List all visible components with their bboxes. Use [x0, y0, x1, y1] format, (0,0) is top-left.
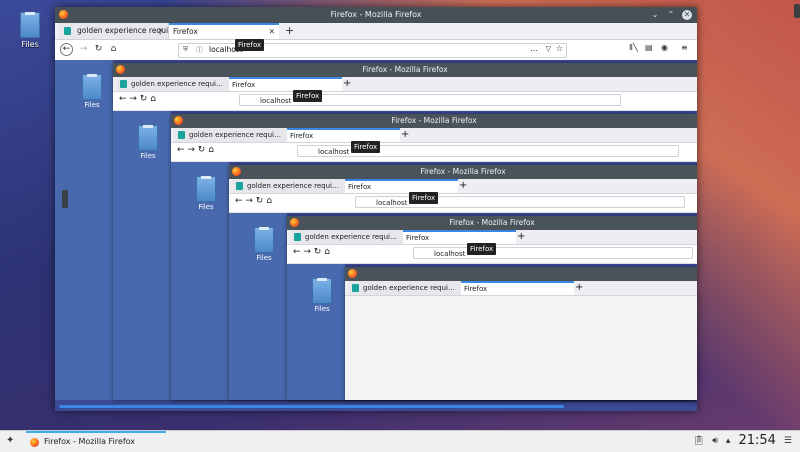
- taskbar: ✦ Firefox - Mozilla Firefox 📋︎ 🔊︎ ▴ 21:5…: [0, 430, 800, 452]
- app-launcher-icon[interactable]: ✦: [6, 435, 14, 446]
- site-info-icon[interactable]: ⓘ: [196, 45, 203, 55]
- reload-icon[interactable]: ↻: [92, 43, 105, 56]
- folder-icon: [20, 12, 40, 38]
- close-window-icon[interactable]: ✕: [682, 10, 692, 20]
- task-label: Firefox - Mozilla Firefox: [44, 437, 136, 446]
- home-icon[interactable]: ⌂: [107, 43, 120, 56]
- library-icon[interactable]: Ⅱ╲: [629, 43, 638, 52]
- close-tab-icon[interactable]: ✕: [158, 23, 164, 39]
- recursive-screenshot: Files Firefox - Mozilla Firefox golden e…: [55, 60, 697, 411]
- tab-label: golden experience requi…: [77, 26, 169, 35]
- nav-toolbar: ← → ↻ ⌂ ⛨ ⓘ localhost … ▽ ☆ Firefox Ⅱ╲ ▤…: [55, 39, 697, 61]
- desktop-files-icon[interactable]: Files: [16, 6, 44, 49]
- firefox-icon: [30, 438, 39, 447]
- menu-icon[interactable]: ≡: [681, 43, 688, 52]
- nested-panel-handle: [62, 190, 68, 208]
- pocket-icon[interactable]: ▽: [546, 45, 551, 53]
- close-tab-icon[interactable]: ✕: [269, 25, 275, 39]
- tray-expand-icon[interactable]: ▴: [726, 436, 731, 446]
- nested-firefox-1: Firefox - Mozilla Firefox golden experie…: [113, 63, 697, 400]
- forward-icon[interactable]: →: [77, 43, 90, 56]
- page-actions-icon[interactable]: …: [530, 44, 538, 53]
- nested-navbar: ← → ↻ ⌂ localhost Firefox: [113, 90, 697, 111]
- nested-firefox-2: Firefox - Mozilla Firefox golden experie…: [171, 114, 697, 400]
- new-tab-icon[interactable]: +: [285, 23, 294, 39]
- nested-titlebar: Firefox - Mozilla Firefox: [113, 63, 697, 77]
- maximize-icon[interactable]: ⌃: [666, 10, 676, 20]
- extension-icon[interactable]: ◉: [661, 43, 668, 52]
- nested-firefox-5: golden experience requi… Firefox +: [345, 267, 697, 400]
- desktop-files-label: Files: [21, 40, 39, 49]
- panel-edge-handle[interactable]: [794, 4, 800, 18]
- panel-settings-icon[interactable]: ☰: [784, 436, 792, 446]
- page-content: Files Firefox - Mozilla Firefox golden e…: [55, 60, 697, 411]
- window-controls: ⌄ ⌃ ✕: [650, 10, 692, 20]
- nested-files-icon: Files: [77, 68, 107, 109]
- nested-tab-strip: golden experience requi… Firefox +: [113, 77, 697, 92]
- firefox-window: Firefox - Mozilla Firefox ⌄ ⌃ ✕ golden e…: [55, 7, 697, 411]
- tracking-shield-icon[interactable]: ⛨: [183, 45, 188, 54]
- minimize-icon[interactable]: ⌄: [650, 10, 660, 20]
- clipboard-icon[interactable]: 📋︎: [693, 436, 704, 446]
- window-title: Firefox - Mozilla Firefox: [330, 10, 422, 19]
- nested-firefox-3: Firefox - Mozilla Firefox golden experie…: [229, 165, 697, 400]
- nested-body: Files Firefox - Mozilla Firefox golden e…: [113, 111, 697, 400]
- horizontal-scrollbar[interactable]: [59, 405, 564, 408]
- nested-desktop-strip: Files: [55, 60, 113, 400]
- tooltip: Firefox: [235, 39, 265, 51]
- tab-label: Firefox: [173, 27, 198, 36]
- tab-firefox[interactable]: Firefox ✕: [169, 23, 279, 39]
- bookmark-star-icon[interactable]: ☆: [556, 44, 563, 53]
- taskbar-firefox-task[interactable]: Firefox - Mozilla Firefox: [26, 431, 166, 452]
- bing-icon: [64, 27, 71, 35]
- back-icon[interactable]: ←: [60, 43, 73, 56]
- clock[interactable]: 21:54: [738, 433, 775, 448]
- tab-golden-experience[interactable]: golden experience requi… ✕: [59, 23, 169, 39]
- window-titlebar[interactable]: Firefox - Mozilla Firefox ⌄ ⌃ ✕: [55, 7, 697, 23]
- system-tray: 📋︎ 🔊︎ ▴ 21:54 ☰: [693, 433, 792, 448]
- nested-firefox-4: Firefox - Mozilla Firefox golden experie…: [287, 216, 697, 400]
- volume-icon[interactable]: 🔊︎: [712, 436, 718, 446]
- tab-strip: golden experience requi… ✕ Firefox ✕ +: [55, 23, 697, 40]
- sidebar-toggle-icon[interactable]: ▤: [645, 43, 653, 52]
